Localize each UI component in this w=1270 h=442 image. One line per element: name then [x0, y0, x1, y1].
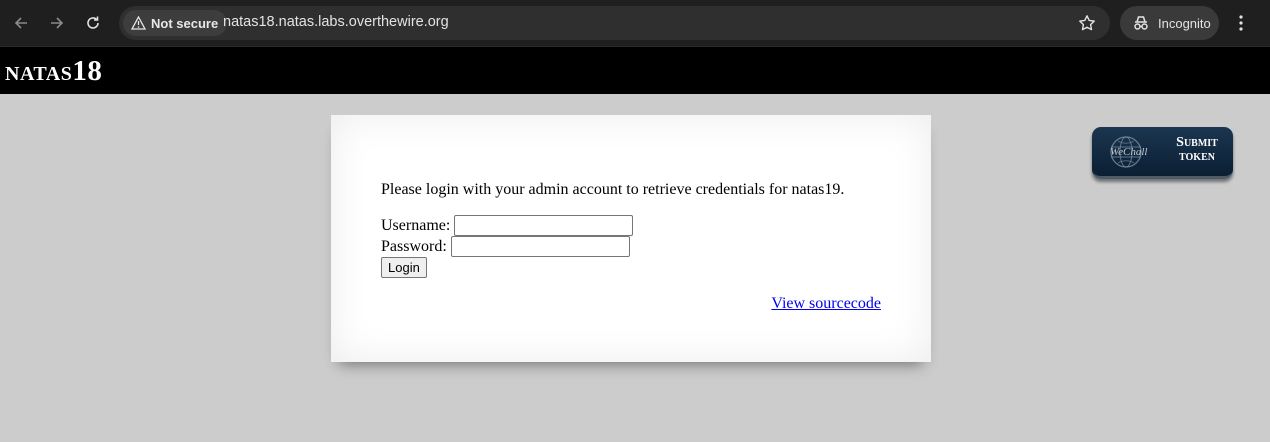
password-label: Password:: [381, 237, 447, 255]
security-indicator[interactable]: Not secure: [123, 10, 228, 36]
reload-button[interactable]: [79, 9, 107, 37]
view-source-link[interactable]: View sourcecode: [771, 295, 881, 313]
more-vert-icon: [1239, 15, 1243, 31]
username-row: Username:: [381, 215, 634, 236]
back-button[interactable]: [7, 9, 35, 37]
submit-token-label: Submit token: [1176, 135, 1218, 164]
submit-token-button[interactable]: WeChall Submit token: [1092, 127, 1233, 179]
browser-toolbar: Not secure natas18.natas.labs.overthewir…: [0, 0, 1270, 47]
intro-text: Please login with your admin account to …: [381, 181, 845, 198]
password-row: Password:: [381, 236, 630, 257]
url-text[interactable]: natas18.natas.labs.overthewire.org: [223, 14, 449, 30]
incognito-icon: [1134, 16, 1148, 30]
content-panel: Please login with your admin account to …: [331, 115, 931, 362]
page-header: natas18: [0, 47, 1270, 94]
reload-icon: [87, 16, 99, 29]
security-label: Not secure: [151, 15, 219, 31]
forward-button[interactable]: [43, 9, 71, 37]
bookmark-button[interactable]: [1076, 12, 1098, 34]
wechall-brand: WeChall: [1110, 146, 1148, 158]
username-label: Username:: [381, 216, 451, 234]
address-bar[interactable]: Not secure natas18.natas.labs.overthewir…: [119, 6, 1110, 40]
login-button[interactable]: Login: [381, 257, 427, 278]
warning-icon: [131, 16, 146, 30]
incognito-label: Incognito: [1158, 15, 1211, 31]
site-logo: natas18: [5, 55, 103, 87]
incognito-indicator[interactable]: Incognito: [1120, 6, 1219, 40]
browser-menu-button[interactable]: [1230, 9, 1252, 37]
back-icon: [14, 17, 27, 29]
password-input[interactable]: [450, 236, 630, 257]
username-input[interactable]: [454, 215, 634, 236]
forward-icon: [51, 17, 64, 29]
star-icon: [1079, 15, 1095, 31]
